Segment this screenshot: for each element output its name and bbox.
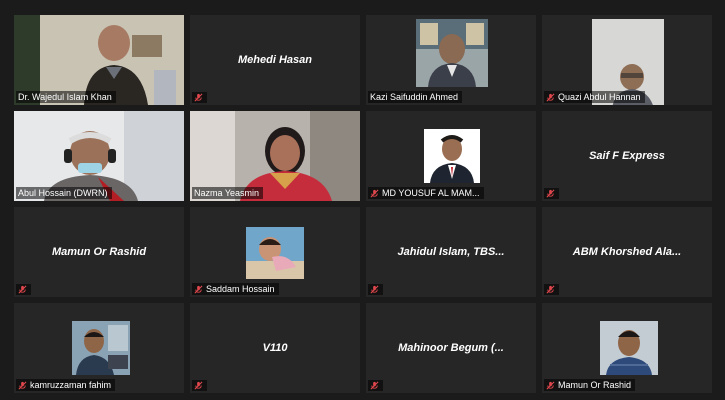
participant-label xyxy=(16,284,31,295)
participant-display-name: Mahinoor Begum (... xyxy=(398,342,504,354)
participant-tile[interactable]: Mehedi Hasan xyxy=(190,15,360,105)
mic-muted-icon xyxy=(370,381,379,390)
mic-muted-icon xyxy=(546,285,555,294)
mic-muted-icon xyxy=(18,381,27,389)
mic-muted-icon xyxy=(194,93,203,102)
participant-tile[interactable]: kamruzzaman fahim xyxy=(14,303,184,393)
profile-photo xyxy=(416,19,488,87)
mic-muted-icon xyxy=(546,93,555,101)
participant-label: Kazi Saifuddin Ahmed xyxy=(368,91,463,103)
participant-name: Kazi Saifuddin Ahmed xyxy=(370,92,459,102)
mic-muted-icon xyxy=(546,189,555,198)
participant-tile[interactable]: Mamun Or Rashid xyxy=(542,303,712,393)
participant-label: MD YOUSUF AL MAM... xyxy=(368,187,484,199)
participant-display-name: Saif F Express xyxy=(589,150,665,162)
participant-tile[interactable]: ABM Khorshed Ala... xyxy=(542,207,712,297)
profile-photo xyxy=(72,321,130,375)
participant-display-name: Jahidul Islam, TBS... xyxy=(397,246,505,258)
participant-label xyxy=(368,380,383,391)
profile-photo xyxy=(600,321,658,375)
participant-display-name: Mamun Or Rashid xyxy=(51,246,147,258)
mic-muted-icon xyxy=(370,285,379,294)
participant-name: kamruzzaman fahim xyxy=(30,380,112,390)
mic-muted-icon xyxy=(546,381,555,389)
participant-label xyxy=(544,188,559,199)
profile-photo xyxy=(246,227,304,279)
participant-tile[interactable]: MD YOUSUF AL MAM... xyxy=(366,111,536,201)
participant-label: Dr. Wajedul Islam Khan xyxy=(16,91,116,103)
participant-name: Dr. Wajedul Islam Khan xyxy=(18,92,112,102)
participant-tile[interactable]: Kazi Saifuddin Ahmed xyxy=(366,15,536,105)
participant-tile-video[interactable]: Abul Hossain (DWRN) xyxy=(14,111,184,201)
participant-label xyxy=(192,92,207,103)
profile-photo xyxy=(424,129,480,183)
participant-label: Abul Hossain (DWRN) xyxy=(16,187,112,199)
participant-label xyxy=(368,284,383,295)
participant-name: Quazi Abdul Hannan xyxy=(558,92,641,102)
participant-display-name: Mehedi Hasan xyxy=(238,54,312,66)
participant-label: Nazma Yeasmin xyxy=(192,187,264,199)
participant-tile[interactable]: Mahinoor Begum (... xyxy=(366,303,536,393)
participant-tile-video[interactable]: Dr. Wajedul Islam Khan xyxy=(14,15,184,105)
participant-display-name: ABM Khorshed Ala... xyxy=(572,246,682,258)
participant-grid: Dr. Wajedul Islam Khan Mehedi Hasan Kazi… xyxy=(14,15,712,393)
mic-muted-icon xyxy=(370,189,379,197)
participant-label: Saddam Hossain xyxy=(192,283,279,295)
participant-tile[interactable]: Mamun Or Rashid xyxy=(14,207,184,297)
participant-label: Mamun Or Rashid xyxy=(544,379,636,391)
participant-tile[interactable]: V110 xyxy=(190,303,360,393)
participant-display-name: V110 xyxy=(262,342,288,354)
mic-muted-icon xyxy=(194,285,203,293)
participant-name: Mamun Or Rashid xyxy=(558,380,632,390)
participant-label: Quazi Abdul Hannan xyxy=(544,91,645,103)
participant-tile[interactable]: Quazi Abdul Hannan xyxy=(542,15,712,105)
participant-label xyxy=(192,380,207,391)
participant-label xyxy=(544,284,559,295)
participant-tile[interactable]: Saif F Express xyxy=(542,111,712,201)
participant-name: Saddam Hossain xyxy=(206,284,275,294)
participant-name: Abul Hossain (DWRN) xyxy=(18,188,108,198)
participant-label: kamruzzaman fahim xyxy=(16,379,116,391)
participant-tile[interactable]: Jahidul Islam, TBS... xyxy=(366,207,536,297)
participant-name: Nazma Yeasmin xyxy=(194,188,260,198)
participant-name: MD YOUSUF AL MAM... xyxy=(382,188,480,198)
mic-muted-icon xyxy=(194,381,203,390)
mic-muted-icon xyxy=(18,285,27,294)
participant-tile-video[interactable]: Nazma Yeasmin xyxy=(190,111,360,201)
participant-tile[interactable]: Saddam Hossain xyxy=(190,207,360,297)
